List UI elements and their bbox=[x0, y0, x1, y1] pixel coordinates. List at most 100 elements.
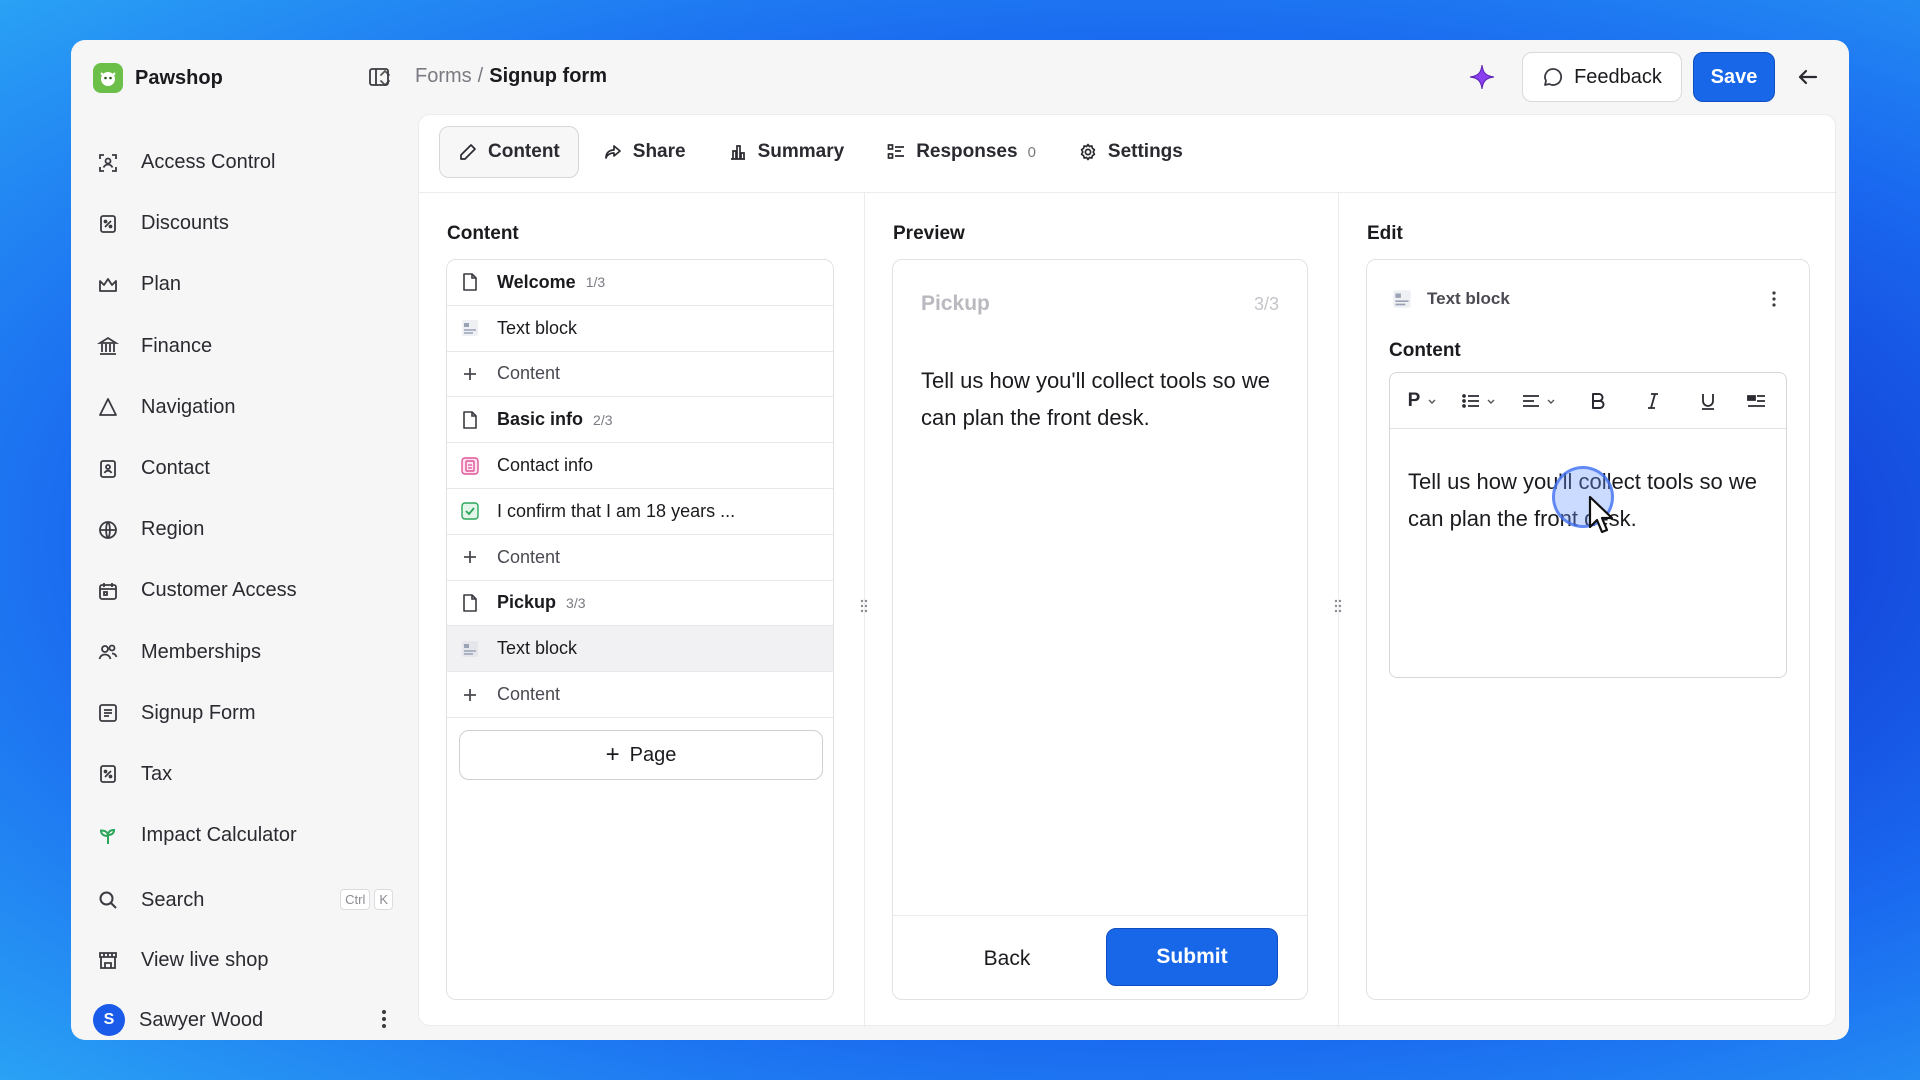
add-content-button[interactable]: Content bbox=[447, 535, 833, 581]
tab-summary[interactable]: Summary bbox=[710, 126, 863, 178]
plus-icon bbox=[459, 546, 481, 568]
list-dropdown[interactable] bbox=[1450, 381, 1508, 421]
add-page-label: Page bbox=[629, 743, 677, 766]
sidebar-item-tax[interactable]: Tax bbox=[93, 744, 393, 805]
add-page-button[interactable]: + Page bbox=[459, 730, 823, 780]
list-item-contact-info[interactable]: Contact info bbox=[447, 443, 833, 489]
sidebar-item-label: Finance bbox=[141, 334, 213, 357]
arrow-left-icon[interactable] bbox=[1793, 62, 1823, 92]
tab-label: Summary bbox=[757, 141, 845, 162]
paragraph-style-dropdown[interactable]: P bbox=[1396, 381, 1450, 421]
page-icon bbox=[459, 409, 481, 431]
view-live-shop-label: View live shop bbox=[141, 948, 269, 971]
add-content-button[interactable]: Content bbox=[447, 352, 833, 398]
submit-button[interactable]: Submit bbox=[1106, 928, 1278, 986]
sidebar-item-finance[interactable]: Finance bbox=[93, 316, 393, 377]
sidebar-item-label: Navigation bbox=[141, 395, 236, 418]
sidebar-item-plan[interactable]: Plan bbox=[93, 254, 393, 315]
sidebar-item-label: Contact bbox=[141, 457, 210, 480]
calendar-icon bbox=[95, 578, 121, 604]
feedback-label: Feedback bbox=[1574, 65, 1662, 88]
block-type-label: Text block bbox=[1427, 289, 1510, 308]
sidebar-item-access-control[interactable]: Access Control bbox=[93, 132, 393, 193]
sidebar-item-discounts[interactable]: Discounts bbox=[93, 193, 393, 254]
list-item-page-pickup[interactable]: Pickup 3/3 bbox=[447, 581, 833, 627]
sidebar: Pawshop Access Control Discounts Plan Fi… bbox=[71, 40, 411, 1040]
crown-icon bbox=[95, 272, 121, 298]
sidebar-item-label: Tax bbox=[141, 762, 173, 785]
list-item-text-block-selected[interactable]: Text block bbox=[447, 626, 833, 673]
page-title-label: Welcome bbox=[497, 271, 576, 292]
shop-name: Pawshop bbox=[135, 66, 223, 89]
back-button[interactable]: Back bbox=[937, 934, 1077, 984]
pencil-icon bbox=[460, 144, 476, 160]
list-item-page-welcome[interactable]: Welcome 1/3 bbox=[447, 260, 833, 306]
list-item-label: Contact info bbox=[497, 455, 594, 476]
sidebar-item-impact-calculator[interactable]: Impact Calculator bbox=[93, 805, 393, 866]
align-dropdown[interactable] bbox=[1508, 381, 1570, 421]
tab-label: Responses bbox=[916, 141, 1018, 162]
grip-icon bbox=[860, 599, 868, 613]
more-vertical-icon[interactable] bbox=[381, 1008, 387, 1030]
breadcrumb-forms[interactable]: Forms bbox=[415, 65, 472, 88]
quote-button[interactable] bbox=[1736, 381, 1776, 421]
plus-icon bbox=[459, 363, 481, 385]
underline-button[interactable] bbox=[1680, 381, 1736, 421]
app-window: Pawshop Access Control Discounts Plan Fi… bbox=[71, 40, 1849, 1040]
bold-button[interactable] bbox=[1570, 381, 1626, 421]
bold-icon bbox=[1592, 392, 1605, 409]
tab-responses[interactable]: Responses 0 bbox=[868, 126, 1054, 178]
sidebar-search[interactable]: Search Ctrl K bbox=[93, 880, 393, 920]
shop-switcher[interactable]: Pawshop bbox=[93, 58, 393, 98]
list-check-icon bbox=[887, 144, 905, 159]
tab-share[interactable]: Share bbox=[585, 126, 704, 178]
chat-bubble-icon bbox=[1544, 68, 1563, 86]
responses-count: 0 bbox=[1027, 143, 1036, 161]
share-icon bbox=[604, 145, 621, 159]
search-icon bbox=[95, 887, 121, 913]
sidebar-toggle-icon[interactable] bbox=[366, 64, 392, 90]
sidebar-nav: Access Control Discounts Plan Finance Na… bbox=[93, 132, 393, 866]
preview-page-title: Pickup bbox=[921, 292, 990, 315]
text-block-icon bbox=[459, 638, 481, 660]
breadcrumb: Forms / Signup form bbox=[415, 65, 607, 88]
add-content-button[interactable]: Content bbox=[447, 672, 833, 718]
preview-card: Pickup 3/3 Tell us how you'll collect to… bbox=[892, 259, 1308, 1000]
user-menu[interactable]: S Sawyer Wood bbox=[93, 1002, 393, 1038]
list-item-page-basic-info[interactable]: Basic info 2/3 bbox=[447, 397, 833, 444]
gear-icon bbox=[1080, 143, 1096, 161]
list-item-text-block[interactable]: Text block bbox=[447, 306, 833, 352]
sidebar-item-label: Impact Calculator bbox=[141, 824, 297, 847]
sidebar-item-customer-access[interactable]: Customer Access bbox=[93, 560, 393, 621]
view-live-shop-link[interactable]: View live shop bbox=[93, 940, 393, 980]
more-vertical-icon[interactable] bbox=[1771, 290, 1777, 308]
sidebar-item-contact[interactable]: Contact bbox=[93, 438, 393, 499]
list-item-age-confirmation[interactable]: I confirm that I am 18 years ... bbox=[447, 489, 833, 535]
user-name: Sawyer Wood bbox=[139, 1008, 264, 1031]
sidebar-item-label: Region bbox=[141, 518, 205, 541]
resize-handle[interactable] bbox=[1333, 598, 1343, 614]
tab-settings[interactable]: Settings bbox=[1060, 126, 1201, 178]
page-icon bbox=[459, 592, 481, 614]
sidebar-item-memberships[interactable]: Memberships bbox=[93, 622, 393, 683]
sidebar-item-navigation[interactable]: Navigation bbox=[93, 377, 393, 438]
page-number: 2/3 bbox=[593, 411, 613, 428]
list-item-label: Text block bbox=[497, 317, 578, 338]
sidebar-item-label: Customer Access bbox=[141, 579, 297, 602]
italic-button[interactable] bbox=[1626, 381, 1680, 421]
page-title: Signup form bbox=[489, 65, 607, 87]
sidebar-item-region[interactable]: Region bbox=[93, 499, 393, 560]
feedback-button[interactable]: Feedback bbox=[1522, 52, 1682, 102]
page-icon bbox=[459, 271, 481, 293]
page-number: 3/3 bbox=[566, 594, 586, 611]
tab-content[interactable]: Content bbox=[439, 126, 579, 178]
edit-heading: Edit bbox=[1367, 223, 1403, 244]
page-number: 1/3 bbox=[585, 274, 606, 291]
sidebar-item-signup-form[interactable]: Signup Form bbox=[93, 683, 393, 744]
resize-handle[interactable] bbox=[859, 598, 869, 614]
search-label: Search bbox=[141, 888, 205, 911]
block-type: Text block bbox=[1389, 284, 1510, 314]
save-button[interactable]: Save bbox=[1693, 52, 1775, 102]
ai-sparkle-icon[interactable] bbox=[1467, 62, 1497, 92]
sidebar-item-label: Plan bbox=[141, 273, 182, 296]
